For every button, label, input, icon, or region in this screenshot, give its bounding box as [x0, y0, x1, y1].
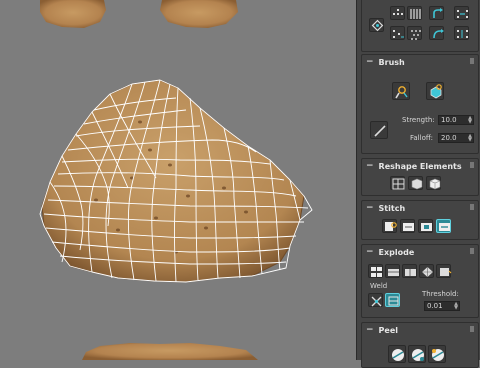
weld-selected-button[interactable]	[368, 293, 383, 307]
falloff-spinner[interactable]: 20.0 ▲ ▼	[438, 133, 474, 143]
explode-by-smoothing-button[interactable]	[368, 264, 383, 278]
rollout-stitch: − Stitch	[361, 200, 479, 240]
collapse-icon: −	[366, 203, 374, 213]
drag-handle-icon[interactable]	[470, 162, 474, 168]
peel-reset-button[interactable]	[428, 345, 446, 363]
stitch-to-target-button[interactable]	[400, 219, 415, 233]
cookie-main-texture	[41, 79, 305, 283]
distribute-button[interactable]	[454, 6, 469, 20]
rollout-title: Reshape Elements	[378, 161, 462, 171]
drag-handle-icon[interactable]	[470, 248, 474, 254]
collapse-icon: −	[366, 325, 374, 335]
weld-label: Weld	[370, 282, 388, 290]
falloff-label: Falloff:	[410, 134, 434, 142]
explode-by-material-button[interactable]	[385, 264, 400, 278]
falloff-value: 20.0	[441, 134, 457, 142]
relax-cube-button[interactable]	[408, 176, 423, 190]
rollout-explode: − Explode Weld Threshold: 0.01 ▲ ▼	[361, 244, 479, 318]
collapse-icon: −	[366, 247, 374, 257]
rotate-ccw-button[interactable]	[429, 26, 444, 40]
align-vertical-button[interactable]	[407, 6, 422, 20]
relax-cube-alt-button[interactable]	[426, 176, 441, 190]
unwrap-command-panel: − Brush Strength: 10.0 ▲ ▼ Falloff: 20.0 …	[356, 0, 480, 368]
break-button[interactable]	[436, 264, 452, 278]
stitch-custom-button[interactable]	[382, 219, 397, 233]
rollout-reshape-elements: − Reshape Elements	[361, 158, 479, 196]
rollout-title: Explode	[378, 247, 415, 257]
rollout-title: Stitch	[378, 203, 406, 213]
strength-label: Strength:	[402, 116, 435, 124]
drag-handle-icon[interactable]	[470, 326, 474, 332]
drag-handle-icon[interactable]	[470, 58, 474, 64]
flatten-checker-button[interactable]	[419, 264, 434, 278]
align-horizontal-button[interactable]	[390, 6, 405, 20]
rollout-stitch-header[interactable]: − Stitch	[362, 201, 478, 215]
straighten-selection-button[interactable]	[390, 176, 405, 190]
peel-quick-button[interactable]	[388, 345, 406, 363]
snap-tool-button[interactable]	[369, 18, 384, 32]
stitch-to-source-button[interactable]	[436, 219, 451, 233]
rollout-peel: − Peel	[361, 322, 479, 368]
threshold-spinner[interactable]: 0.01 ▲ ▼	[424, 301, 460, 311]
collapse-icon: −	[366, 161, 374, 171]
uv-viewport[interactable]	[0, 0, 356, 360]
rollout-peel-header[interactable]: − Peel	[362, 323, 478, 337]
threshold-label: Threshold:	[422, 290, 459, 298]
drag-handle-icon[interactable]	[470, 204, 474, 210]
threshold-value: 0.01	[427, 302, 443, 310]
rollout-brush: − Brush Strength: 10.0 ▲ ▼ Falloff: 20.0 …	[361, 54, 479, 154]
rollout-reshape-header[interactable]: − Reshape Elements	[362, 159, 478, 173]
rollout-title: Peel	[378, 325, 399, 335]
rollout-tools-top	[361, 0, 479, 52]
stitch-to-average-button[interactable]	[418, 219, 433, 233]
weld-target-button[interactable]	[385, 293, 400, 307]
relax-brush-button[interactable]	[426, 82, 444, 100]
rollout-title: Brush	[378, 57, 405, 67]
cookie-piece-top-left	[40, 0, 106, 28]
rollout-explode-header[interactable]: − Explode	[362, 245, 478, 259]
cookie-piece-bottom	[82, 343, 258, 360]
peel-lscm-button[interactable]	[408, 345, 426, 363]
rollout-brush-header[interactable]: − Brush	[362, 55, 478, 69]
rotate-cw-button[interactable]	[429, 6, 444, 20]
cookie-piece-top-right	[160, 0, 238, 28]
straighten-button[interactable]	[390, 26, 405, 40]
paint-brush-button[interactable]	[370, 121, 388, 139]
grab-brush-button[interactable]	[392, 82, 410, 100]
collapse-icon: −	[366, 57, 374, 67]
strength-value: 10.0	[441, 116, 457, 124]
strength-spinner[interactable]: 10.0 ▲ ▼	[438, 115, 474, 125]
space-evenly-button[interactable]	[454, 26, 469, 40]
flatten-by-polygon-angle-button[interactable]	[402, 264, 417, 278]
relax-grid-button[interactable]	[407, 26, 422, 40]
